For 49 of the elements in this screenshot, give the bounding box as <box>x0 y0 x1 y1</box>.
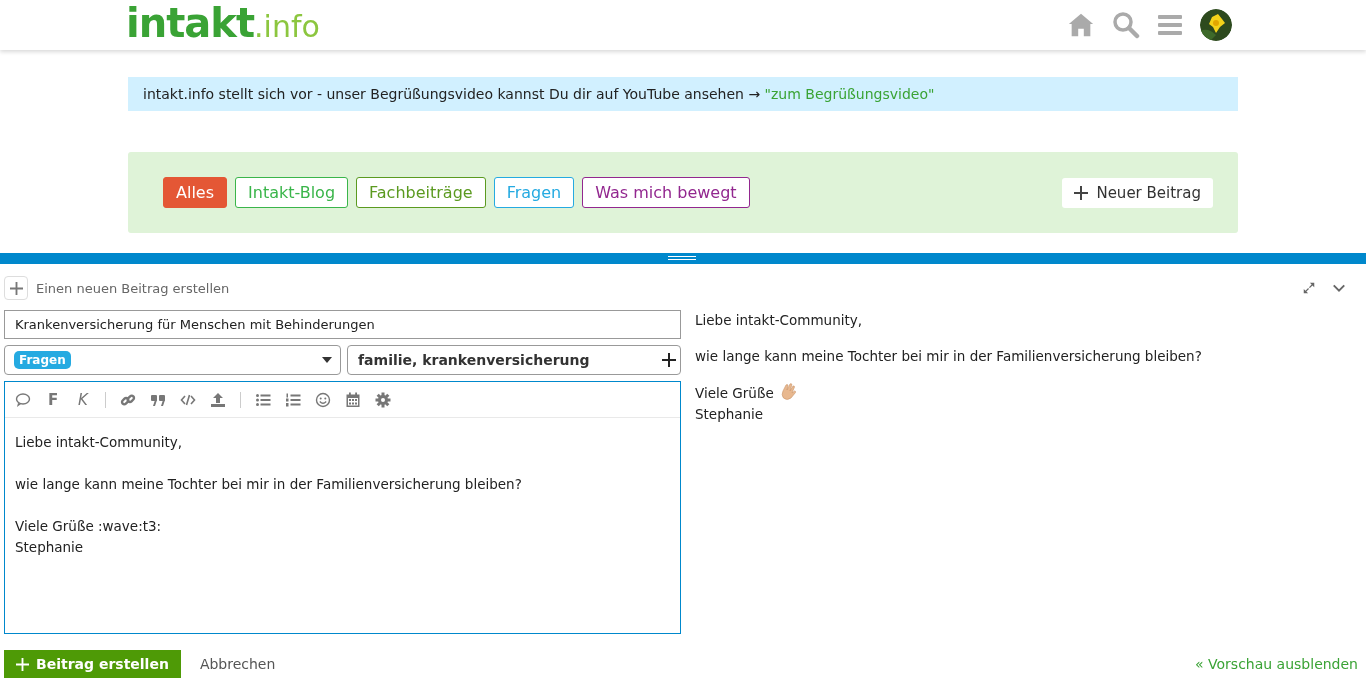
create-post-button[interactable]: Beitrag erstellen <box>4 650 181 678</box>
plus-icon[interactable] <box>662 353 676 367</box>
editor-text: wie lange kann meine Tochter bei mir in der Familienversicherung bleiben? <box>15 476 522 492</box>
category-tab[interactable]: Intakt-Blog <box>235 177 349 208</box>
plus-icon <box>1074 185 1089 200</box>
settings-icon[interactable] <box>375 392 391 408</box>
editor-text: Stephanie <box>15 539 84 555</box>
waving-hand-icon <box>778 382 799 402</box>
editor-field[interactable]: F K Liebe intakt-Community, wie lange kann meine Tochter bei mir in der Familienversicherung bleiben? Viele Grüße :wave:t3: Stephanie <box>4 381 681 634</box>
upload-icon[interactable] <box>210 392 226 408</box>
numbered-list-icon[interactable] <box>285 392 301 408</box>
video-link[interactable]: "zum Begrüßungsvideo" <box>764 86 935 102</box>
expand-icon[interactable] <box>1302 281 1316 295</box>
editor-text: Liebe intakt-Community, <box>15 434 183 450</box>
new-post-button[interactable]: Neuer Beitrag <box>1062 177 1213 208</box>
resize-handle[interactable] <box>668 256 696 261</box>
preview-text: Liebe intakt-Community, <box>695 312 863 328</box>
category-badge: Fragen <box>14 351 71 369</box>
category-dropdown[interactable]: Fragen <box>4 345 341 375</box>
dropdown-caret-icon <box>322 357 332 363</box>
composer-title: Einen neuen Beitrag erstellen <box>36 280 231 296</box>
calendar-icon[interactable] <box>345 392 361 408</box>
category-tab[interactable]: Fragen <box>493 177 575 208</box>
add-button[interactable] <box>4 276 28 300</box>
bold-button[interactable]: F <box>45 391 61 409</box>
plus-icon <box>9 281 23 295</box>
code-icon[interactable] <box>180 392 196 408</box>
site-logo[interactable]: intakt.info <box>126 3 320 47</box>
category-tab[interactable]: Was mich bewegt <box>582 177 750 208</box>
preview-text: Viele Grüße <box>695 385 774 401</box>
italic-button[interactable]: K <box>75 391 91 409</box>
hide-preview-link[interactable]: « Vorschau ausblenden <box>1195 656 1358 672</box>
tags-field[interactable]: familie, krankenversicherung <box>347 345 681 375</box>
category-tab[interactable]: Alles <box>163 177 227 208</box>
preview-text: wie lange kann meine Tochter bei mir in der Familienversicherung bleiben? <box>695 348 1202 364</box>
bulleted-list-icon[interactable] <box>255 392 271 408</box>
avatar[interactable] <box>1200 9 1232 41</box>
link-icon[interactable] <box>120 392 136 408</box>
plus-icon <box>16 657 29 671</box>
quote-icon[interactable] <box>150 392 166 408</box>
cancel-button[interactable]: Abbrechen <box>192 650 283 678</box>
preview-text: Stephanie <box>695 406 764 422</box>
category-tab[interactable]: Fachbeiträge <box>356 177 486 208</box>
announcement-text: intakt.info stellt sich vor - unser Begrüßungsvideo kannst Du dir auf YouTube ansehen → "zum Begrüßungsvideo" <box>143 86 935 102</box>
smiley-icon[interactable] <box>315 392 331 408</box>
title-field[interactable]: Krankenversicherung für Menschen mit Behinderungen <box>4 310 681 339</box>
search-icon[interactable] <box>1112 11 1140 39</box>
editor-text: Viele Grüße :wave:t3: <box>15 518 162 534</box>
speech-bubble-icon[interactable] <box>15 392 31 408</box>
